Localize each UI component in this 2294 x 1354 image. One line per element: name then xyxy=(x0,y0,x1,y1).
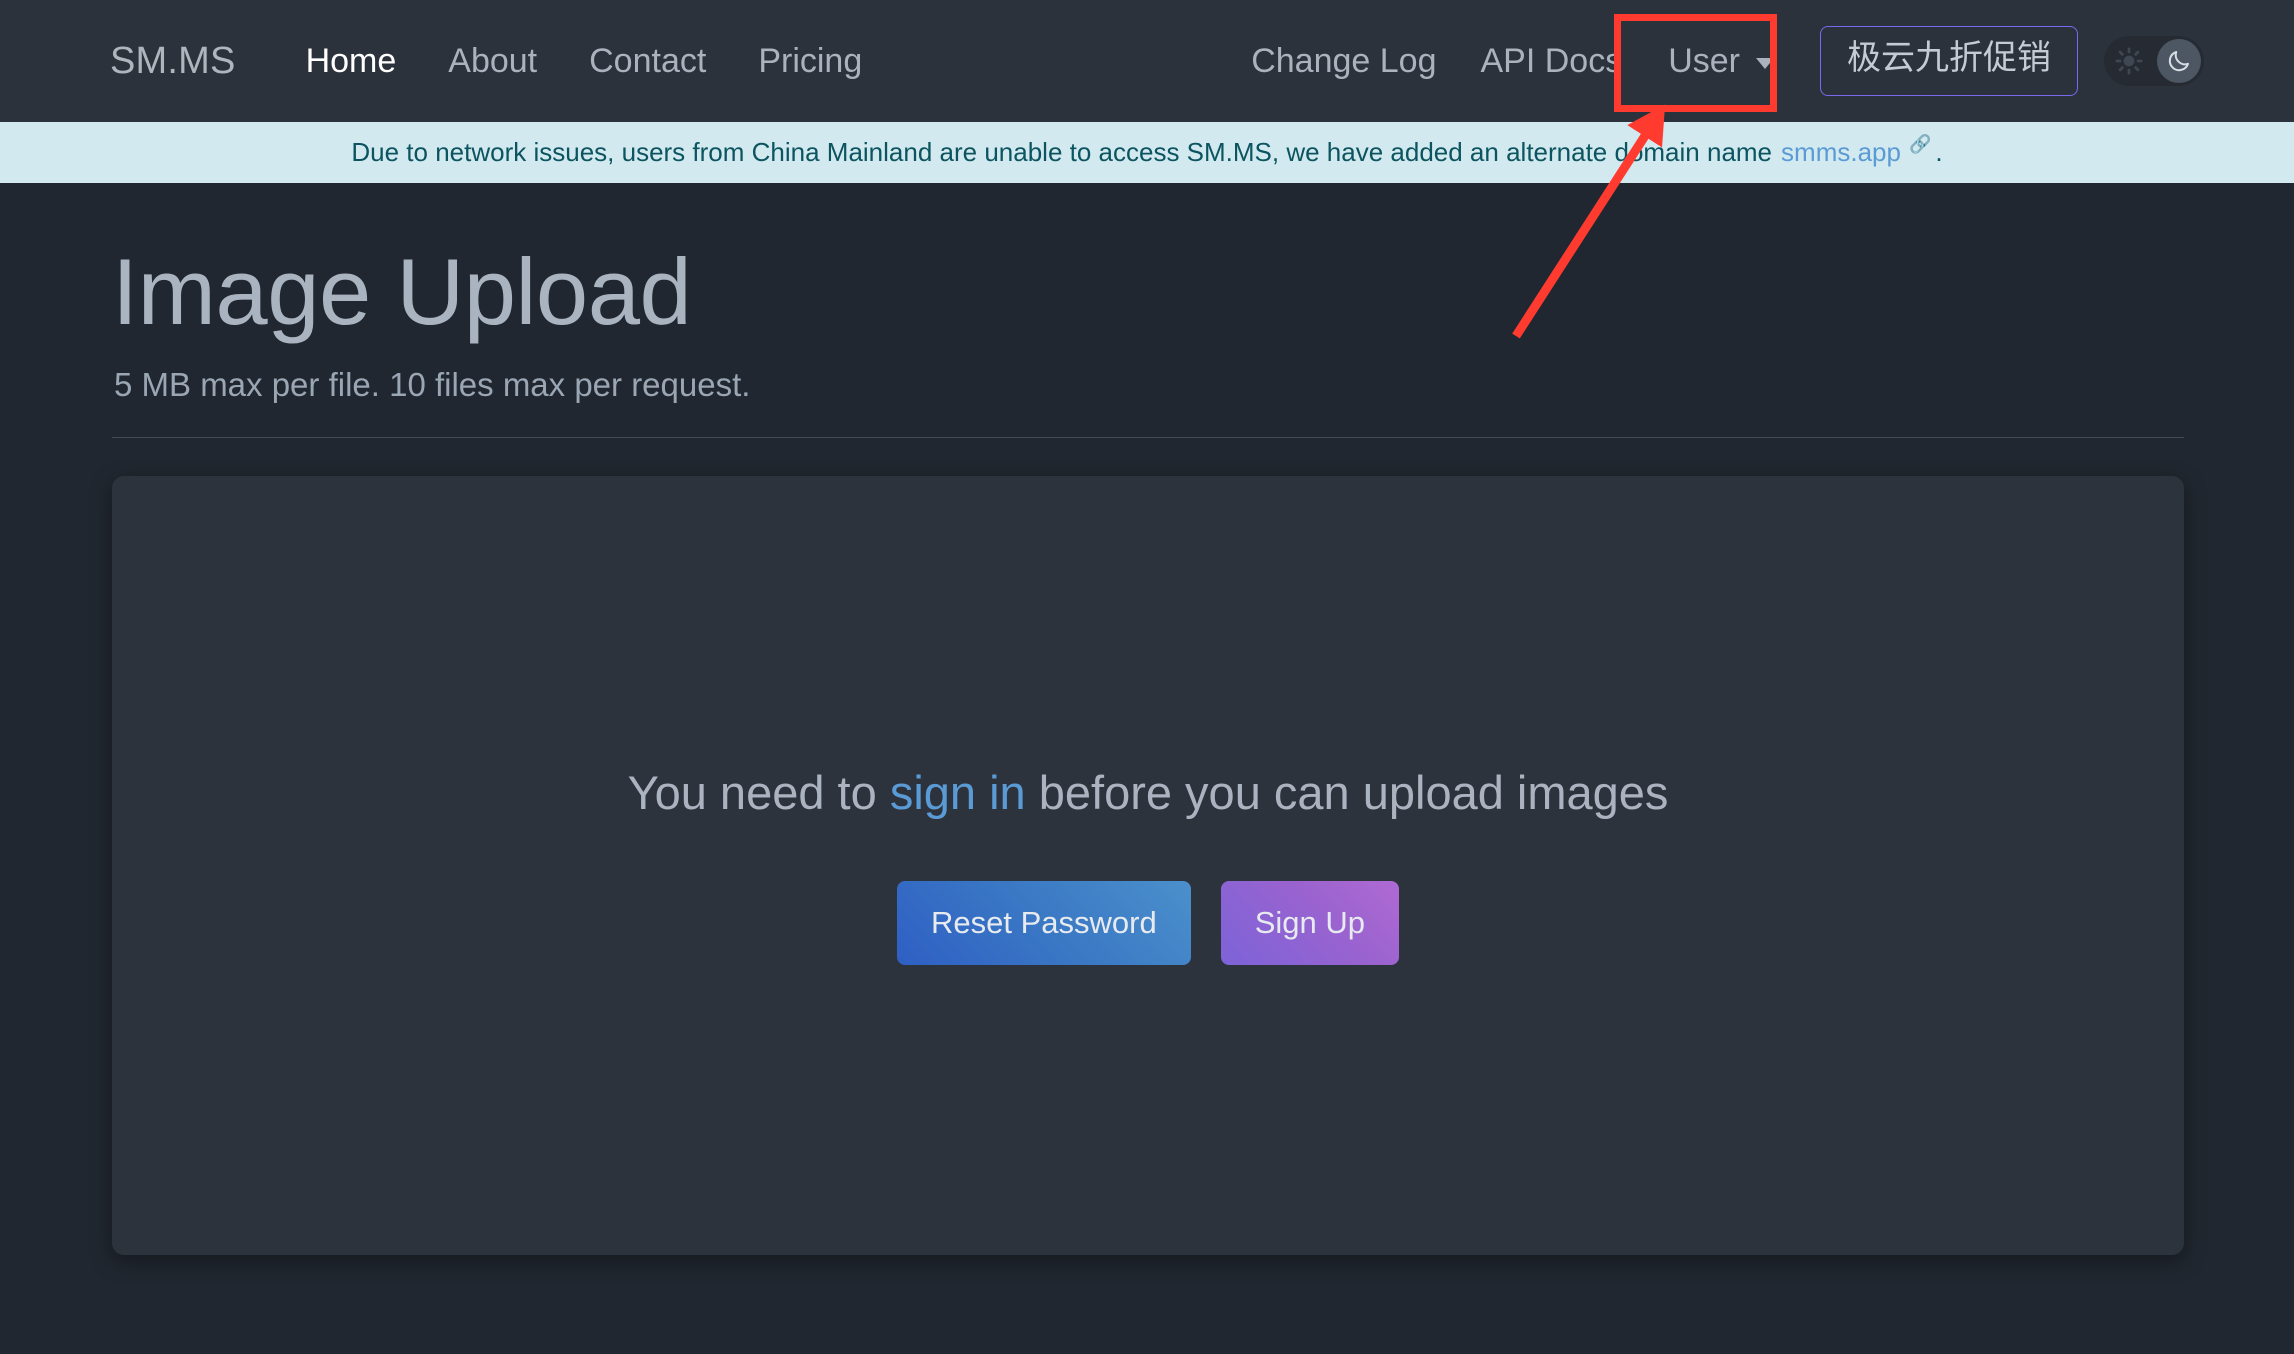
user-menu-label: User xyxy=(1668,42,1740,80)
sign-up-button[interactable]: Sign Up xyxy=(1220,881,1399,966)
sign-in-link[interactable]: sign in xyxy=(890,766,1026,819)
user-menu-dropdown[interactable]: User xyxy=(1644,44,1798,78)
nav-item-change-log[interactable]: Change Log xyxy=(1229,44,1458,78)
chevron-down-icon xyxy=(1756,57,1774,69)
upload-dropzone[interactable]: You need to sign in before you can uploa… xyxy=(112,475,2184,1255)
promo-button[interactable]: 极云九折促销 xyxy=(1820,26,2078,96)
external-link-icon: 🔗 xyxy=(1908,134,1932,154)
dropzone-message-prefix: You need to xyxy=(627,765,890,819)
primary-nav: Home About Contact Pricing xyxy=(280,44,889,78)
banner-text: Due to network issues, users from China … xyxy=(351,137,1773,167)
page-subtitle: 5 MB max per file. 10 files max per requ… xyxy=(114,365,751,403)
nav-item-pricing[interactable]: Pricing xyxy=(732,44,888,78)
theme-toggle[interactable] xyxy=(2104,36,2204,86)
top-navbar: SM.MS Home About Contact Pricing Change … xyxy=(0,0,2294,122)
reset-password-button[interactable]: Reset Password xyxy=(896,881,1191,966)
nav-item-home[interactable]: Home xyxy=(280,44,423,78)
dropzone-actions: Reset Password Sign Up xyxy=(896,881,1399,966)
notification-banner: Due to network issues, users from China … xyxy=(0,122,2294,183)
dropzone-message-suffix: before you can upload images xyxy=(1025,765,1669,819)
dropzone-message: You need to sign in before you can uploa… xyxy=(628,765,1669,821)
main-content: Image Upload 5 MB max per file. 10 files… xyxy=(0,183,2294,1255)
page-title: Image Upload xyxy=(112,239,692,344)
banner-alternate-domain-link[interactable]: smms.app xyxy=(1781,137,1901,168)
secondary-nav: Change Log API Docs User 极云九折促销 xyxy=(1229,26,2204,96)
moon-icon[interactable] xyxy=(2157,39,2201,83)
sun-icon[interactable] xyxy=(2107,39,2151,83)
brand-logo[interactable]: SM.MS xyxy=(110,40,236,83)
nav-item-contact[interactable]: Contact xyxy=(563,44,732,78)
banner-text-suffix: . xyxy=(1935,137,1943,167)
divider xyxy=(112,436,2184,438)
nav-item-api-docs[interactable]: API Docs xyxy=(1458,44,1644,78)
nav-item-about[interactable]: About xyxy=(422,44,563,78)
